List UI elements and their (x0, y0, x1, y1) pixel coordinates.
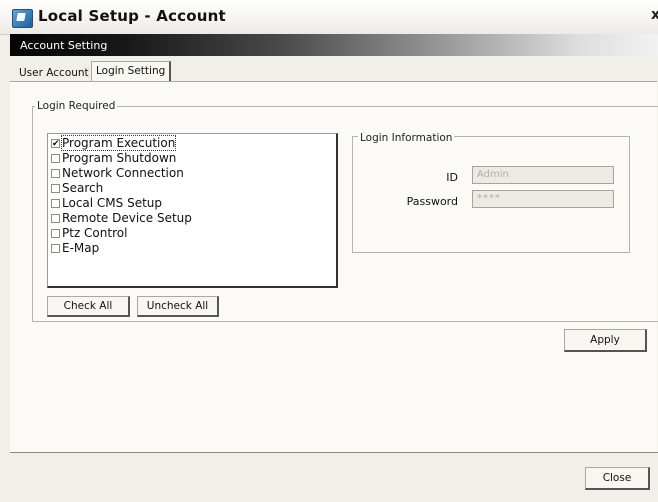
password-label: Password (406, 195, 458, 208)
list-item[interactable]: Local CMS Setup (48, 196, 336, 211)
list-item-label: Network Connection (62, 166, 184, 180)
checkbox-icon[interactable] (51, 199, 60, 208)
app-icon (12, 9, 33, 28)
checkbox-icon[interactable] (51, 214, 60, 223)
header-band: Account Setting (10, 34, 658, 56)
checkbox-icon[interactable] (51, 154, 60, 163)
checkbox-icon[interactable] (51, 229, 60, 238)
close-button[interactable]: Close (585, 467, 650, 490)
list-item-label: Program Shutdown (62, 151, 177, 165)
tab-content: Login Required ✔ Program Execution Progr… (10, 81, 658, 452)
id-label: ID (446, 171, 458, 184)
list-item-label: Local CMS Setup (62, 196, 163, 210)
list-item[interactable]: E-Map (48, 241, 336, 256)
title-bar: Local Setup - Account x (0, 0, 658, 35)
bottom-bar: Close (10, 452, 658, 502)
list-item-label: Ptz Control (62, 226, 128, 240)
checkbox-checked-icon[interactable]: ✔ (51, 139, 60, 149)
list-item[interactable]: Remote Device Setup (48, 211, 336, 226)
apply-button[interactable]: Apply (564, 329, 647, 352)
tab-login-setting[interactable]: Login Setting (91, 61, 172, 82)
id-field[interactable]: Admin (472, 166, 614, 184)
check-all-button[interactable]: Check All (47, 296, 130, 317)
list-item-label: Remote Device Setup (62, 211, 192, 225)
header-text: Account Setting (20, 39, 108, 52)
close-icon[interactable]: x (651, 7, 658, 23)
list-item-label: E-Map (62, 241, 100, 255)
list-item[interactable]: Search (48, 181, 336, 196)
list-item-label: Program Execution (60, 135, 177, 151)
list-item-label: Search (62, 181, 104, 195)
password-field[interactable]: **** (472, 190, 614, 208)
list-item[interactable]: Program Shutdown (48, 151, 336, 166)
login-required-label: Login Required (35, 100, 118, 112)
login-information-label: Login Information (358, 132, 455, 144)
checkbox-icon[interactable] (51, 169, 60, 178)
checkbox-icon[interactable] (51, 244, 60, 253)
checkbox-icon[interactable] (51, 184, 60, 193)
list-item[interactable]: Ptz Control (48, 226, 336, 241)
list-item[interactable]: ✔ Program Execution (48, 135, 336, 151)
window-title: Local Setup - Account (38, 7, 226, 25)
login-required-list[interactable]: ✔ Program Execution Program Shutdown Net… (47, 133, 338, 288)
list-item[interactable]: Network Connection (48, 166, 336, 181)
uncheck-all-button[interactable]: Uncheck All (137, 296, 219, 317)
tab-strip: User Account Login Setting (10, 61, 658, 82)
